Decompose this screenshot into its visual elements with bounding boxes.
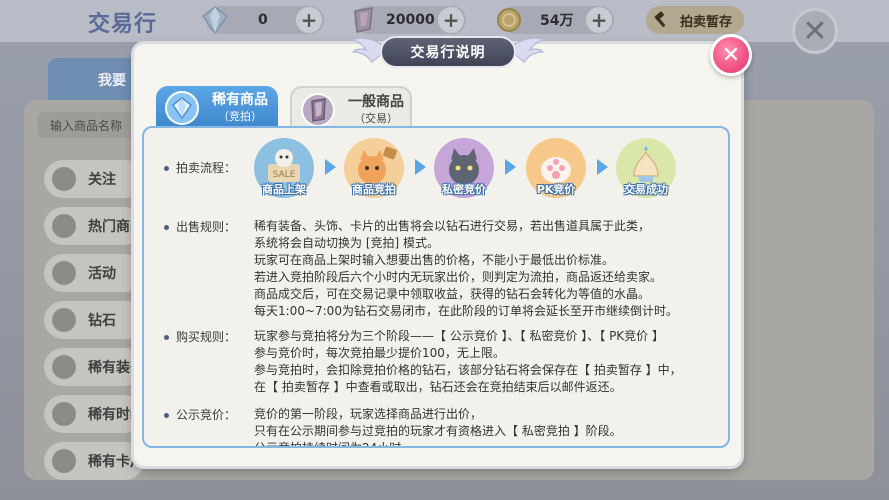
- public-bid-text: 竞价的第一阶段，玩家选择商品进行出价， 只有在公示期间参与过竞拍的玩家才有资格进…: [254, 406, 622, 448]
- background-tab-label: 我要: [98, 73, 126, 89]
- add-coin-button[interactable]: +: [586, 7, 612, 33]
- star-icon: [52, 167, 76, 191]
- diamond-icon: [52, 308, 76, 332]
- diamond-icon: [198, 3, 232, 41]
- coin-value: 54万: [540, 13, 574, 29]
- rule-line: 每天1:00~7:00为钻石交易闭市，在此阶段的订单将会延长至开市继续倒计时。: [254, 304, 678, 318]
- shirt-icon: [52, 355, 76, 379]
- sidebar-item-label: 活动: [88, 266, 116, 282]
- dialog-header: 交易行说明: [350, 28, 546, 76]
- auction-storage-label: 拍卖暂存: [679, 14, 732, 30]
- close-icon: ✕: [721, 42, 741, 68]
- hammer-icon: [652, 11, 670, 33]
- add-diamond-button[interactable]: +: [296, 7, 322, 33]
- crystal-value: 20000: [386, 12, 435, 28]
- search-input[interactable]: 输入商品名称: [38, 112, 138, 138]
- arrow-right-icon: [325, 159, 336, 175]
- bell-icon: [52, 261, 76, 285]
- sidebar-item-hot[interactable]: 热门商品: [44, 207, 144, 245]
- public-bid-label: 公示竞价：: [176, 408, 237, 422]
- sidebar-item-label: 关注: [88, 172, 116, 188]
- rule-line: 只有在公示期间参与过竞拍的玩家才有资格进入【 私密竞拍 】阶段。: [254, 424, 622, 438]
- arrow-right-icon: [505, 159, 516, 175]
- bullet-icon: [164, 413, 169, 418]
- tab-normal-goods[interactable]: 一般商品 （交易）: [290, 86, 412, 130]
- svg-text:SALE: SALE: [273, 170, 296, 180]
- step-label: 私密竞价: [442, 183, 486, 196]
- rule-line: 玩家可在商品上架时输入想要出售的价格，不能小于最低出价标准。: [254, 253, 615, 267]
- card-icon: [52, 449, 76, 473]
- tab-rare-goods-sub: （竞拍）: [218, 110, 262, 123]
- step-label: 商品上架: [262, 183, 306, 196]
- diamond-value: 0: [258, 12, 268, 28]
- diamond-resource: 0 +: [201, 6, 324, 35]
- rule-line: 玩家参与竞拍将分为三个阶段——【 公示竞价 】、【 私密竞价 】、【 PK竞价 …: [254, 329, 664, 343]
- buying-rules-text: 玩家参与竞拍将分为三个阶段——【 公示竞价 】、【 私密竞价 】、【 PK竞价 …: [254, 328, 682, 396]
- sidebar-item-rare-fashion[interactable]: 稀有时装: [44, 395, 144, 433]
- dialog-title: 交易行说明: [380, 36, 516, 68]
- dialog-close-button[interactable]: ✕: [710, 34, 752, 76]
- rule-line: 若进入竞拍阶段后六个小时内无玩家出价，则判定为流拍，商品返还给卖家。: [254, 270, 663, 284]
- buying-rules-label: 购买规则：: [176, 330, 237, 344]
- sidebar-item-rare-card[interactable]: 稀有卡片: [44, 442, 144, 480]
- selling-rules-label: 出售规则：: [176, 220, 237, 234]
- diamond-icon: [164, 90, 200, 130]
- tab-rare-goods[interactable]: 稀有商品 （竞拍）: [156, 86, 278, 130]
- rule-line: 系统将会自动切换为 [竞拍] 模式。: [254, 236, 439, 250]
- tab-normal-goods-label: 一般商品: [348, 94, 404, 110]
- arrow-right-icon: [415, 159, 426, 175]
- rules-content-panel[interactable]: 拍卖流程： SALE 商品上架 商品竞拍 私密竞价 PK竞价 交易成功 出售规则…: [142, 126, 730, 448]
- bullet-icon: [164, 166, 169, 171]
- close-icon: ✕: [802, 13, 828, 49]
- app-title: 交易行: [88, 12, 158, 37]
- rule-line: 竞价的第一阶段，玩家选择商品进行出价，: [254, 407, 483, 421]
- step-label: 商品竞拍: [352, 183, 396, 196]
- rule-line: 公示竞拍持续时间为24小时: [254, 441, 402, 448]
- rule-line: 参与竞拍时，会扣除竞拍价格的钻石，该部分钻石将会保存在【 拍卖暂存 】中，: [254, 363, 682, 377]
- sidebar-item-rare-equipment[interactable]: 稀有装备: [44, 348, 144, 386]
- sidebar-item-event[interactable]: 活动: [44, 254, 144, 292]
- sidebar-item-diamond[interactable]: 钻石: [44, 301, 144, 339]
- headwear-icon: [52, 402, 76, 426]
- rule-line: 参与竞价时，每次竞拍最少提价100，无上限。: [254, 346, 505, 360]
- sidebar-item-follow[interactable]: 关注: [44, 160, 144, 198]
- hot-icon: [52, 214, 76, 238]
- selling-rules-text: 稀有装备、头饰、卡片的出售将会以钻石进行交易，若出售道具属于此类， 系统将会自动…: [254, 218, 678, 320]
- step-label: PK竞价: [536, 183, 576, 196]
- rule-line: 在【 拍卖暂存 】中查看或取出，钻石还会在竞拍结束后以邮件返还。: [254, 380, 622, 394]
- bullet-icon: [164, 225, 169, 230]
- flow-label: 拍卖流程：: [176, 161, 237, 175]
- step-label: 交易成功: [624, 183, 668, 196]
- arrow-right-icon: [597, 159, 608, 175]
- auction-storage-button[interactable]: 拍卖暂存: [646, 6, 744, 34]
- tab-rare-goods-label: 稀有商品: [212, 92, 268, 108]
- tab-normal-goods-sub: （交易）: [354, 112, 398, 125]
- search-placeholder: 输入商品名称: [50, 119, 123, 133]
- rule-line: 稀有装备、头饰、卡片的出售将会以钻石进行交易，若出售道具属于此类，: [254, 219, 651, 233]
- screen-close-button[interactable]: ✕: [792, 8, 838, 54]
- rule-line: 商品成交后，可在交易记录中领取收益，获得的钻石会转化为等值的水晶。: [254, 287, 651, 301]
- bullet-icon: [164, 335, 169, 340]
- sidebar-item-label: 钻石: [88, 313, 116, 329]
